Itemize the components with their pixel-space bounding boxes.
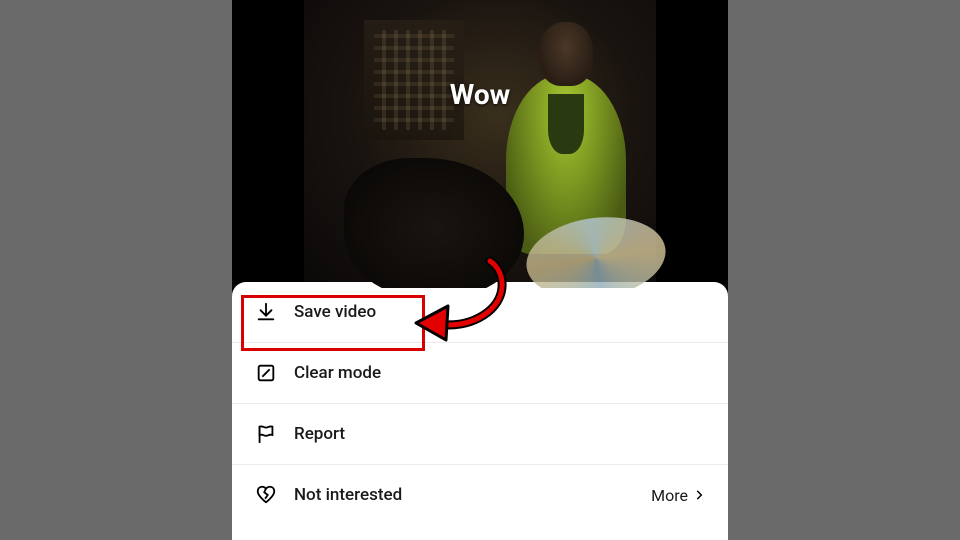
broken-heart-icon [254,483,278,507]
more-label: More [651,486,688,505]
not-interested-label: Not interested [294,485,651,505]
clear-mode-label: Clear mode [294,363,706,383]
phone-frame: Wow Save video Clear mode [232,0,728,540]
action-sheet: Save video Clear mode Report [232,282,728,540]
report-label: Report [294,424,706,444]
save-video-label: Save video [294,302,706,322]
video-content [304,0,656,288]
clear-mode-item[interactable]: Clear mode [232,343,728,404]
scene-hand [344,158,524,288]
video-caption: Wow [450,78,510,111]
letterbox-right [656,0,728,288]
download-icon [254,300,278,324]
more-button[interactable]: More [651,486,706,505]
flag-icon [254,422,278,446]
report-item[interactable]: Report [232,404,728,465]
video-area[interactable]: Wow [232,0,728,288]
chevron-right-icon [692,488,706,502]
letterbox-left [232,0,304,288]
not-interested-item[interactable]: Not interested More [232,465,728,525]
save-video-item[interactable]: Save video [232,282,728,343]
clear-mode-icon [254,361,278,385]
